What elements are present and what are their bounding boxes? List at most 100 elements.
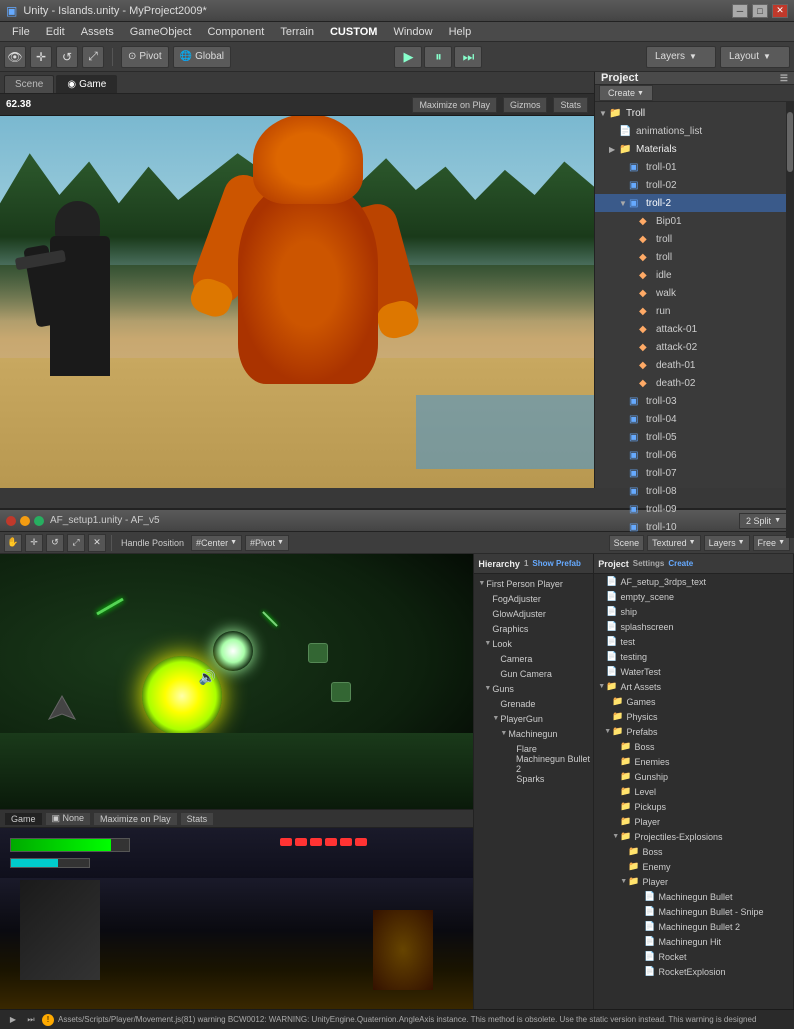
pb-mg-bullet[interactable]: 📄 Machinegun Bullet xyxy=(594,889,793,904)
tree-item-troll[interactable]: ▼ 📁 Troll xyxy=(595,104,786,122)
stab-maximize[interactable]: Maximize on Play xyxy=(93,812,178,826)
menu-component[interactable]: Component xyxy=(199,22,272,41)
tree-item-attack-01[interactable]: ◆ attack-01 xyxy=(595,320,786,338)
pb-level[interactable]: 📁 Level xyxy=(594,784,793,799)
bottom-tb-rotate[interactable]: ↺ xyxy=(46,534,64,552)
pb-ship[interactable]: 📄 ship xyxy=(594,604,793,619)
menu-file[interactable]: File xyxy=(4,22,38,41)
tree-item-troll-08[interactable]: ▣ troll-08 xyxy=(595,482,786,500)
pb-player-proj[interactable]: ▼ 📁 Player xyxy=(594,874,793,889)
h-item-guns[interactable]: ▼ Guns xyxy=(474,681,593,696)
tree-item-troll-09[interactable]: ▣ troll-09 xyxy=(595,500,786,518)
gizmos-btn[interactable]: Gizmos xyxy=(503,97,548,113)
menu-gameobject[interactable]: GameObject xyxy=(122,22,200,41)
pb-enemy-proj[interactable]: 📁 Enemy xyxy=(594,859,793,874)
project-panel-menu[interactable]: ☰ xyxy=(780,73,788,84)
tab-game[interactable]: ◉ Game xyxy=(56,75,117,93)
pb-rocket-explosion[interactable]: 📄 RocketExplosion xyxy=(594,964,793,979)
maximize-on-play-btn[interactable]: Maximize on Play xyxy=(412,97,497,113)
pb-gunship[interactable]: 📁 Gunship xyxy=(594,769,793,784)
center-dropdown[interactable]: #Center ▼ xyxy=(191,535,242,551)
project-scrollbar[interactable] xyxy=(786,102,794,538)
tree-item-troll-03[interactable]: ▣ troll-03 xyxy=(595,392,786,410)
global-button[interactable]: 🌐 Global xyxy=(173,46,231,68)
tree-item-troll-2[interactable]: ▼ ▣ troll-2 xyxy=(595,194,786,212)
play-button[interactable]: ▶ xyxy=(394,46,422,68)
layers-dropdown[interactable]: Layers ▼ xyxy=(646,46,716,68)
pb-watertest[interactable]: 📄 WaterTest xyxy=(594,664,793,679)
pb-games[interactable]: 📁 Games xyxy=(594,694,793,709)
project-bottom-create[interactable]: Create xyxy=(668,559,693,568)
pb-rocket[interactable]: 📄 Rocket xyxy=(594,949,793,964)
tree-item-troll-10[interactable]: ▣ troll-10 xyxy=(595,518,786,536)
h-item-machinegun-bullet-2[interactable]: Machinegun Bullet 2 xyxy=(474,756,593,771)
tree-item-idle[interactable]: ◆ idle xyxy=(595,266,786,284)
h-item-grenade[interactable]: Grenade xyxy=(474,696,593,711)
project-bottom-settings[interactable]: Settings xyxy=(633,559,665,568)
tab-scene[interactable]: Scene xyxy=(4,75,54,93)
tree-item-attack-02[interactable]: ◆ attack-02 xyxy=(595,338,786,356)
status-step-btn[interactable]: ⏭ xyxy=(24,1013,38,1027)
pivot-dropdown[interactable]: #Pivot ▼ xyxy=(245,535,289,551)
bottom-close-btn[interactable] xyxy=(6,516,16,526)
rotate-tool-btn[interactable]: ↺ xyxy=(56,46,78,68)
pb-empty-scene[interactable]: 📄 empty_scene xyxy=(594,589,793,604)
pb-splashscreen[interactable]: 📄 splashscreen xyxy=(594,619,793,634)
tree-item-bip01[interactable]: ◆ Bip01 xyxy=(595,212,786,230)
pb-physics[interactable]: 📁 Physics xyxy=(594,709,793,724)
pb-af-setup[interactable]: 📄 AF_setup_3rdps_text xyxy=(594,574,793,589)
menu-window[interactable]: Window xyxy=(385,22,440,41)
move-tool-btn[interactable]: ✛ xyxy=(30,46,52,68)
h-item-glowadjuster[interactable]: GlowAdjuster xyxy=(474,606,593,621)
h-item-camera[interactable]: Camera xyxy=(474,651,593,666)
tree-item-run[interactable]: ◆ run xyxy=(595,302,786,320)
bottom-tb-hand[interactable]: ✋ xyxy=(4,534,22,552)
show-prefab-btn[interactable]: Show Prefab xyxy=(532,559,580,568)
tree-item-death-02[interactable]: ◆ death-02 xyxy=(595,374,786,392)
stab-none[interactable]: ▣ None xyxy=(45,812,92,826)
bottom-tb-scale[interactable]: ⤢ xyxy=(67,534,85,552)
close-button[interactable]: ✕ xyxy=(772,4,788,18)
h-item-machinegun[interactable]: ▼ Machinegun xyxy=(474,726,593,741)
menu-terrain[interactable]: Terrain xyxy=(272,22,322,41)
pb-projectiles[interactable]: ▼ 📁 Projectiles-Explosions xyxy=(594,829,793,844)
pb-player[interactable]: 📁 Player xyxy=(594,814,793,829)
menu-help[interactable]: Help xyxy=(441,22,480,41)
stats-btn[interactable]: Stats xyxy=(553,97,588,113)
menu-edit[interactable]: Edit xyxy=(38,22,73,41)
bottom-tb-close[interactable]: ✕ xyxy=(88,534,106,552)
pb-testing[interactable]: 📄 testing xyxy=(594,649,793,664)
h-item-playergun[interactable]: ▼ PlayerGun xyxy=(474,711,593,726)
pb-mg-hit[interactable]: 📄 Machinegun Hit xyxy=(594,934,793,949)
tree-item-troll-05[interactable]: ▣ troll-05 xyxy=(595,428,786,446)
bottom-tb-move[interactable]: ✛ xyxy=(25,534,43,552)
h-item-look[interactable]: ▼ Look xyxy=(474,636,593,651)
minimize-button[interactable]: ─ xyxy=(732,4,748,18)
h-item-gun-camera[interactable]: Gun Camera xyxy=(474,666,593,681)
view-toggle-btn[interactable]: 👁 xyxy=(4,46,26,68)
menu-custom[interactable]: CUSTOM xyxy=(322,22,385,41)
scale-tool-btn[interactable]: ⤢ xyxy=(82,46,104,68)
pb-boss-proj[interactable]: 📁 Boss xyxy=(594,844,793,859)
menu-assets[interactable]: Assets xyxy=(73,22,122,41)
pb-pickups[interactable]: 📁 Pickups xyxy=(594,799,793,814)
tree-item-materials[interactable]: ▶ 📁 Materials xyxy=(595,140,786,158)
pb-boss[interactable]: 📁 Boss xyxy=(594,739,793,754)
bottom-max-btn[interactable] xyxy=(34,516,44,526)
status-play-btn[interactable]: ▶ xyxy=(6,1013,20,1027)
tree-item-troll-07[interactable]: ▣ troll-07 xyxy=(595,464,786,482)
project-create-btn[interactable]: Create ▼ xyxy=(599,85,653,101)
maximize-button[interactable]: □ xyxy=(752,4,768,18)
pb-art-assets[interactable]: ▼ 📁 Art Assets xyxy=(594,679,793,694)
pb-prefabs[interactable]: ▼ 📁 Prefabs xyxy=(594,724,793,739)
pb-mg-bullet-snipe[interactable]: 📄 Machinegun Bullet - Snipe xyxy=(594,904,793,919)
h-item-fogadjuster[interactable]: FogAdjuster xyxy=(474,591,593,606)
pb-test[interactable]: 📄 test xyxy=(594,634,793,649)
layout-dropdown[interactable]: Layout ▼ xyxy=(720,46,790,68)
pivot-button[interactable]: ⊙ Pivot xyxy=(121,46,169,68)
stab-stats[interactable]: Stats xyxy=(180,812,215,826)
h-item-first-person-player[interactable]: ▼ First Person Player xyxy=(474,576,593,591)
tree-item-troll-mesh1[interactable]: ◆ troll xyxy=(595,230,786,248)
tree-item-troll-06[interactable]: ▣ troll-06 xyxy=(595,446,786,464)
tree-item-troll-02[interactable]: ▣ troll-02 xyxy=(595,176,786,194)
